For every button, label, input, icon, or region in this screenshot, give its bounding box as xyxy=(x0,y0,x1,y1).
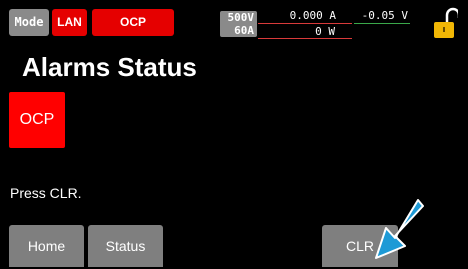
current-rating: 60A xyxy=(220,24,257,37)
ocp-indicator: OCP xyxy=(92,9,174,36)
ocp-alarm-tile: OCP xyxy=(9,92,65,148)
lan-indicator: LAN xyxy=(52,9,87,36)
measured-power: 0 W xyxy=(315,25,335,38)
measured-current: 0.000 A xyxy=(289,9,336,22)
voltage-rating: 500V xyxy=(220,11,257,24)
measured-voltage: -0.05 V xyxy=(361,9,408,22)
mode-indicator: Mode xyxy=(9,9,49,36)
current-underline xyxy=(258,23,352,24)
clr-button[interactable]: CLR xyxy=(322,225,398,267)
page-title: Alarms Status xyxy=(22,52,197,82)
voltage-underline xyxy=(354,23,410,24)
instruction-message: Press CLR. xyxy=(10,185,82,201)
home-button[interactable]: Home xyxy=(9,225,84,267)
unlocked-padlock-icon[interactable] xyxy=(432,6,458,40)
status-button[interactable]: Status xyxy=(88,225,163,267)
power-underline xyxy=(258,38,352,39)
